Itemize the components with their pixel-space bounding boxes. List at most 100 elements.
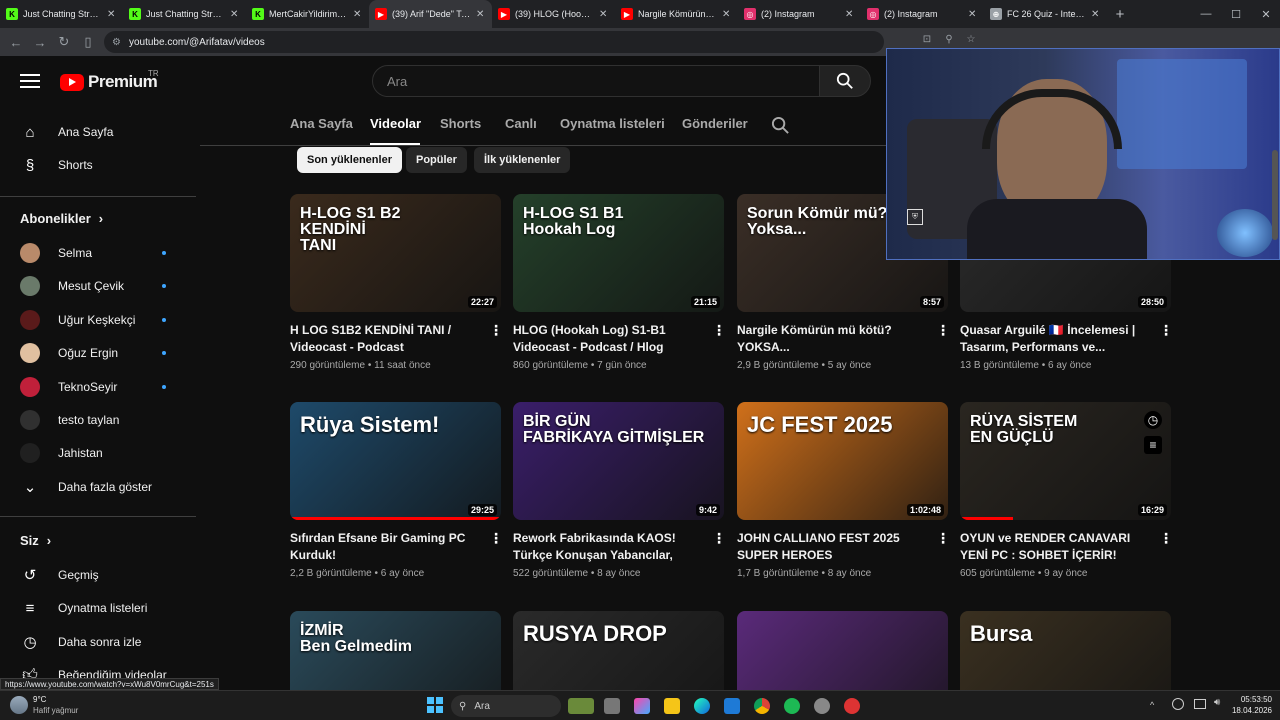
- channel-tab[interactable]: Gönderiler: [682, 116, 748, 136]
- zoom-icon[interactable]: ⚲: [942, 32, 956, 46]
- video-title[interactable]: Nargile Kömürün mü kötü? YOKSA...: [737, 322, 919, 356]
- browser-tab[interactable]: K Just Chatting Stream ✕: [0, 0, 123, 28]
- browser-tab[interactable]: ▶ (39) Arif "Dede" TAVI ✕: [369, 0, 492, 28]
- volume-icon[interactable]: 🔊︎: [1214, 697, 1220, 708]
- browser-tab[interactable]: ▶ Nargile Kömürün mü ✕: [615, 0, 738, 28]
- more-options-icon[interactable]: ⋮: [1159, 322, 1173, 339]
- settings-icon[interactable]: [814, 698, 830, 714]
- task-view-icon[interactable]: [604, 698, 620, 714]
- file-explorer-icon[interactable]: [664, 698, 680, 714]
- filter-chip[interactable]: İlk yüklenenler: [474, 147, 571, 173]
- browser-tab[interactable]: ⊕ FC 26 Quiz - Interacti ✕: [984, 0, 1107, 28]
- you-header[interactable]: Siz ›: [20, 533, 51, 548]
- tab-close-icon[interactable]: ✕: [107, 9, 117, 20]
- new-tab-icon[interactable]: +: [1109, 3, 1131, 25]
- browser-tab[interactable]: ◎ (2) Instagram ✕: [861, 0, 984, 28]
- youtube-premium-logo[interactable]: Premium: [60, 72, 158, 92]
- video-title[interactable]: Quasar Arguilé 🇫🇷 İncelemesi | Tasarım, …: [960, 322, 1142, 356]
- add-to-queue-icon[interactable]: ≡: [1144, 436, 1162, 454]
- video-card[interactable]: H-LOG S1 B1 Hookah Log 21:15 HLOG (Hookah …: [513, 194, 726, 371]
- more-options-icon[interactable]: ⋮: [936, 322, 950, 339]
- filter-chip[interactable]: Popüler: [406, 147, 467, 173]
- video-card[interactable]: BİR GÜN FABRİKAYA GİTMİŞLER 9:42 Rework Fa…: [513, 402, 726, 579]
- forward-icon[interactable]: →: [28, 30, 52, 54]
- sidebar-item-watch-later[interactable]: ◷ Daha sonra izle: [20, 627, 141, 657]
- bookmark-star-icon[interactable]: ☆: [964, 32, 978, 46]
- video-card[interactable]: JC FEST 2025 1:02:48 JOHN CALLIANO FEST 20…: [737, 402, 950, 579]
- sidebar-item-ana-sayfa[interactable]: ⌂ Ana Sayfa: [20, 117, 113, 147]
- address-bar[interactable]: ⚙ youtube.com/@Arifatav/videos: [104, 31, 884, 53]
- video-title[interactable]: H LOG S1B2 KENDİNİ TANI / Videocast - Po…: [290, 322, 472, 356]
- more-options-icon[interactable]: ⋮: [489, 322, 503, 339]
- reload-icon[interactable]: ↻: [52, 30, 76, 54]
- mic-icon[interactable]: [1172, 698, 1184, 710]
- windows-start-icon[interactable]: [427, 697, 443, 713]
- page-scrollbar[interactable]: [1272, 150, 1278, 240]
- tab-close-icon[interactable]: ✕: [353, 9, 363, 20]
- tray-chevron-icon[interactable]: ^: [1150, 700, 1154, 710]
- display-icon[interactable]: [1194, 699, 1206, 709]
- video-thumbnail[interactable]: H-LOG S1 B1 Hookah Log 21:15: [513, 194, 724, 312]
- more-options-icon[interactable]: ⋮: [936, 530, 950, 547]
- tab-close-icon[interactable]: ✕: [845, 9, 855, 20]
- channel-tab[interactable]: Videolar: [370, 116, 421, 136]
- show-more-button[interactable]: ⌄ Daha fazla göster: [20, 472, 152, 502]
- close-window-icon[interactable]: ✕: [1252, 0, 1280, 28]
- video-title[interactable]: HLOG (Hookah Log) S1-B1 Videocast - Podc…: [513, 322, 695, 356]
- video-card[interactable]: H-LOG S1 B2 KENDİNİ TANI 22:27 H LOG S1B2 …: [290, 194, 503, 371]
- clock-date[interactable]: 18.04.2026: [1230, 706, 1272, 715]
- subscriptions-header[interactable]: Abonelikler ›: [20, 211, 103, 226]
- tab-close-icon[interactable]: ✕: [476, 9, 486, 20]
- channel-tab[interactable]: Oynatma listeleri: [560, 116, 665, 136]
- tab-close-icon[interactable]: ✕: [599, 9, 609, 20]
- sidebar-item-shorts[interactable]: § Shorts: [20, 150, 93, 180]
- video-thumbnail[interactable]: BİR GÜN FABRİKAYA GİTMİŞLER 9:42: [513, 402, 724, 520]
- filter-chip[interactable]: Son yüklenenler: [297, 147, 402, 173]
- back-icon[interactable]: ←: [4, 30, 28, 54]
- more-options-icon[interactable]: ⋮: [1159, 530, 1173, 547]
- sidebar-item-playlists[interactable]: ≡ Oynatma listeleri: [20, 593, 148, 623]
- hamburger-menu-icon[interactable]: [20, 74, 40, 90]
- tab-close-icon[interactable]: ✕: [230, 9, 240, 20]
- taskbar-widget-icon[interactable]: [568, 698, 594, 714]
- video-title[interactable]: Rework Fabrikasında KAOS! Türkçe Konuşan…: [513, 530, 695, 564]
- subscription-item[interactable]: Oğuz Ergin: [20, 338, 118, 368]
- search-button[interactable]: [819, 65, 871, 97]
- copilot-icon[interactable]: [634, 698, 650, 714]
- tab-close-icon[interactable]: ✕: [722, 9, 732, 20]
- video-thumbnail[interactable]: H-LOG S1 B2 KENDİNİ TANI 22:27: [290, 194, 501, 312]
- channel-tab[interactable]: Shorts: [440, 116, 481, 136]
- channel-search-icon[interactable]: [771, 116, 790, 135]
- taskbar-search[interactable]: ⚲ Ara: [451, 695, 561, 717]
- install-app-icon[interactable]: ⊡: [920, 32, 934, 46]
- store-icon[interactable]: [724, 698, 740, 714]
- browser-tab[interactable]: ◎ (2) Instagram ✕: [738, 0, 861, 28]
- edge-icon[interactable]: [694, 698, 710, 714]
- more-options-icon[interactable]: ⋮: [712, 530, 726, 547]
- subscription-item[interactable]: Mesut Çevik: [20, 271, 124, 301]
- video-card[interactable]: RÜYA SİSTEM EN GÜÇLÜ 16:29 OYUN ve RENDER …: [960, 402, 1173, 579]
- subscription-item[interactable]: Jahistan: [20, 438, 103, 468]
- channel-tab[interactable]: Ana Sayfa: [290, 116, 353, 136]
- clock-time[interactable]: 05:53:50: [1230, 695, 1272, 704]
- video-title[interactable]: JOHN CALLIANO FEST 2025 SUPER HEROES: [737, 530, 919, 564]
- sidepanel-icon[interactable]: ▯: [76, 30, 100, 54]
- more-options-icon[interactable]: ⋮: [489, 530, 503, 547]
- site-info-icon[interactable]: ⚙: [112, 37, 121, 48]
- subscription-item[interactable]: Uğur Keşkekçi: [20, 305, 135, 335]
- maximize-icon[interactable]: ☐: [1222, 0, 1250, 28]
- video-card[interactable]: Rüya Sistem! 29:25 Sıfırdan Efsane Bir Gam…: [290, 402, 503, 579]
- subscription-item[interactable]: Selma: [20, 238, 92, 268]
- sidebar-item-history[interactable]: ↺ Geçmiş: [20, 560, 99, 590]
- tab-close-icon[interactable]: ✕: [1091, 9, 1101, 20]
- watch-later-icon[interactable]: ◷: [1144, 411, 1162, 429]
- search-input[interactable]: Ara: [372, 65, 820, 97]
- browser-tab[interactable]: K MertCakirYildirim Str ✕: [246, 0, 369, 28]
- browser-tab[interactable]: K Just Chatting Stream ✕: [123, 0, 246, 28]
- browser-tab[interactable]: ▶ (39) HLOG (Hookah L ✕: [492, 0, 615, 28]
- video-thumbnail[interactable]: RÜYA SİSTEM EN GÜÇLÜ 16:29: [960, 402, 1171, 520]
- tab-close-icon[interactable]: ✕: [968, 9, 978, 20]
- app-icon[interactable]: [844, 698, 860, 714]
- more-options-icon[interactable]: ⋮: [712, 322, 726, 339]
- video-title[interactable]: Sıfırdan Efsane Bir Gaming PC Kurduk!: [290, 530, 472, 564]
